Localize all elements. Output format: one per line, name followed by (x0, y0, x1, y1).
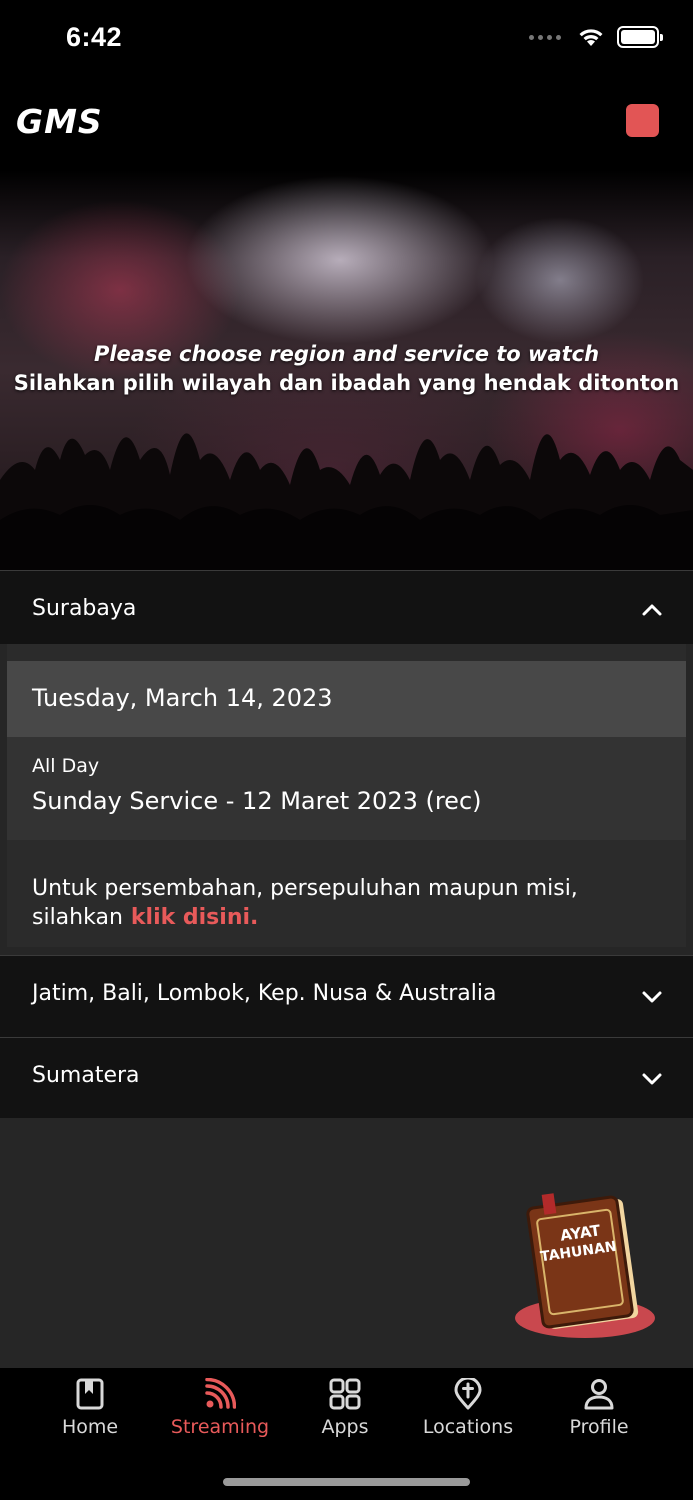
tab-label: Profile (569, 1416, 629, 1438)
offering-text-line1: Untuk persembahan, persepuluhan maupun m… (32, 876, 578, 901)
tab-label: Home (61, 1416, 119, 1438)
person-icon (584, 1379, 614, 1410)
region-header-surabaya[interactable]: Surabaya (0, 570, 693, 644)
app-logo: GMS (16, 102, 103, 141)
region-header-sumatera[interactable]: Sumatera (0, 1037, 693, 1118)
status-bar: 6:42 (0, 0, 693, 80)
hero-instructions: Please choose region and service to watc… (0, 340, 693, 398)
service-item[interactable]: All Day Sunday Service - 12 Maret 2023 (… (7, 737, 686, 840)
tab-label: Streaming (170, 1416, 270, 1438)
status-time: 6:42 (66, 22, 123, 52)
tab-label: Locations (422, 1416, 514, 1438)
home-indicator[interactable] (223, 1478, 470, 1486)
rss-icon (205, 1378, 236, 1409)
schedule-date-row: Tuesday, March 14, 2023 (7, 661, 686, 737)
region-title: Jatim, Bali, Lombok, Kep. Nusa & Austral… (32, 981, 497, 1006)
cellular-signal-icon (529, 34, 561, 40)
offering-text-line2: silahkan (32, 905, 123, 930)
tab-home[interactable]: Home (25, 1378, 155, 1438)
wifi-icon (579, 29, 603, 46)
hero-instruction-id: Silahkan pilih wilayah dan ibadah yang h… (13, 371, 680, 395)
offering-link[interactable]: klik disini. (131, 905, 259, 930)
location-pin-cross-icon (454, 1378, 482, 1410)
battery-icon (617, 26, 663, 48)
app-header: GMS (0, 80, 693, 170)
schedule-date: Tuesday, March 14, 2023 (32, 684, 333, 712)
bookmark-book-icon (76, 1378, 104, 1410)
region-title: Surabaya (32, 596, 137, 621)
tab-streaming[interactable]: Streaming (155, 1378, 285, 1438)
tab-locations[interactable]: Locations (403, 1378, 533, 1438)
chevron-up-icon (642, 604, 662, 616)
bible-book-icon: AYAT TAHUNAN (515, 1193, 655, 1338)
region-header-jatim[interactable]: Jatim, Bali, Lombok, Kep. Nusa & Austral… (0, 955, 693, 1037)
service-title: Sunday Service - 12 Maret 2023 (rec) (32, 787, 482, 815)
region-title: Sumatera (32, 1063, 140, 1088)
header-action-button[interactable] (626, 104, 659, 137)
tab-profile[interactable]: Profile (534, 1378, 664, 1438)
offering-note: Untuk persembahan, persepuluhan maupun m… (32, 874, 672, 932)
hero-instruction-en: Please choose region and service to watc… (93, 342, 600, 366)
ayat-tahunan-button[interactable]: AYAT TAHUNAN (513, 1190, 658, 1340)
grid-icon (329, 1378, 361, 1410)
status-icons (529, 26, 663, 48)
tab-apps[interactable]: Apps (280, 1378, 410, 1438)
tab-label: Apps (321, 1416, 369, 1438)
hero-banner: Please choose region and service to watc… (0, 170, 693, 570)
chevron-down-icon (642, 991, 662, 1003)
chevron-down-icon (642, 1073, 662, 1085)
service-time: All Day (32, 755, 100, 777)
region-panel-surabaya: Tuesday, March 14, 2023 All Day Sunday S… (7, 644, 686, 947)
